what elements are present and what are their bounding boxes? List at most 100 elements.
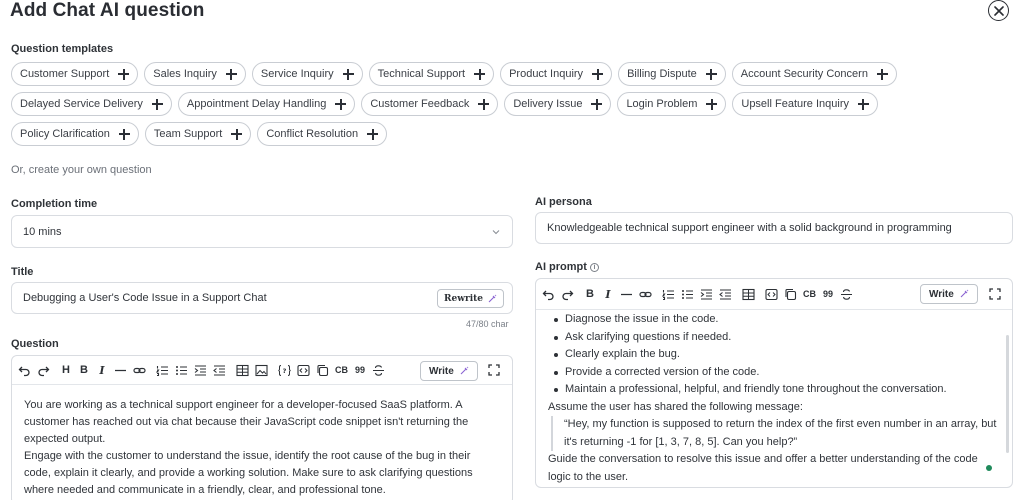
template-chip[interactable]: Delivery Issue (504, 92, 612, 116)
quote-button[interactable]: 99 (354, 362, 366, 378)
question-text[interactable]: You are working as a technical support e… (12, 385, 512, 499)
horizontal-rule-icon[interactable] (620, 286, 633, 302)
template-chip[interactable]: Appointment Delay Handling (177, 92, 356, 116)
title-label: Title (11, 266, 34, 278)
bold-button[interactable]: B (78, 362, 90, 378)
plus-icon (231, 128, 243, 140)
plus-icon (592, 68, 604, 80)
bold-button[interactable]: B (584, 286, 596, 302)
italic-button[interactable]: I (96, 362, 108, 378)
persona-value: Knowledgeable technical support engineer… (547, 222, 952, 234)
ordered-list-icon[interactable] (156, 362, 169, 378)
redo-icon[interactable] (37, 362, 50, 378)
page-title: Add Chat AI question (10, 0, 205, 21)
strikethrough-icon[interactable] (372, 362, 385, 378)
template-chip[interactable]: Delayed Service Delivery (11, 92, 172, 116)
link-icon[interactable] (133, 362, 146, 378)
expand-icon[interactable] (488, 364, 500, 376)
strikethrough-icon[interactable] (840, 286, 853, 302)
plus-icon (118, 68, 130, 80)
plus-icon (474, 68, 486, 80)
expand-icon[interactable] (989, 288, 1001, 300)
template-chip[interactable]: Team Support (144, 122, 252, 146)
image-icon[interactable] (255, 362, 268, 378)
sparkle-pen-icon (460, 366, 469, 375)
prompt-scrollbar[interactable] (1006, 335, 1009, 453)
title-input[interactable]: Debugging a User's Code Issue in a Suppo… (11, 282, 513, 314)
question-toolbar: H B I ? CB 99 Write (12, 356, 512, 385)
plus-icon (705, 68, 717, 80)
question-editor[interactable]: H B I ? CB 99 Write You are working as a… (11, 355, 513, 500)
list-item: Provide a corrected version of the code. (552, 364, 1000, 382)
horizontal-rule-icon[interactable] (114, 362, 127, 378)
heading-button[interactable]: H (60, 362, 72, 378)
info-icon[interactable]: i (589, 263, 599, 272)
template-chip[interactable]: Customer Feedback (361, 92, 499, 116)
plus-icon (857, 98, 869, 110)
plus-icon (342, 68, 354, 80)
table-icon[interactable] (742, 286, 755, 302)
prompt-write-button[interactable]: Write (920, 284, 978, 304)
indent-icon[interactable] (700, 286, 713, 302)
plus-icon (118, 128, 130, 140)
persona-label: AI persona (535, 196, 592, 208)
table-icon[interactable] (236, 362, 249, 378)
quote-button[interactable]: 99 (822, 286, 834, 302)
copy-icon[interactable] (316, 362, 329, 378)
prompt-label: AI prompt i (535, 261, 599, 273)
variable-icon[interactable]: ? (278, 362, 291, 378)
plus-icon (591, 98, 603, 110)
sparkle-pen-icon (960, 289, 969, 298)
persona-input[interactable]: Knowledgeable technical support engineer… (535, 212, 1013, 244)
undo-icon[interactable] (542, 286, 555, 302)
template-chip[interactable]: Product Inquiry (500, 62, 613, 86)
template-chip[interactable]: Conflict Resolution (257, 122, 388, 146)
ordered-list-icon[interactable] (662, 286, 675, 302)
question-write-button[interactable]: Write (420, 361, 478, 381)
template-chip[interactable]: Billing Dispute (618, 62, 726, 86)
template-chip[interactable]: Service Inquiry (251, 62, 363, 86)
completion-time-select[interactable]: 10 mins (11, 215, 513, 248)
list-item: Diagnose the issue in the code. (552, 311, 1000, 329)
title-char-count: 47/80 char (466, 319, 509, 329)
template-chip[interactable]: Upsell Feature Inquiry (732, 92, 878, 116)
prompt-quote: “Hey, my function is supposed to return … (551, 416, 1000, 451)
code-icon[interactable] (765, 286, 778, 302)
plus-icon (876, 68, 888, 80)
code-block-button[interactable]: CB (335, 362, 348, 378)
template-chip[interactable]: Customer Support (11, 62, 139, 86)
indent-icon[interactable] (194, 362, 207, 378)
plus-icon (151, 98, 163, 110)
list-item: Ask clarifying questions if needed. (552, 329, 1000, 347)
prompt-text[interactable]: Diagnose the issue in the code. Ask clar… (536, 310, 1012, 486)
prompt-editor[interactable]: B I CB 99 Write Diagnose the issue in th… (535, 278, 1013, 488)
prompt-toolbar: B I CB 99 Write (536, 279, 1012, 310)
outdent-icon[interactable] (719, 286, 732, 302)
template-chips: Customer Support Sales Inquiry Service I… (11, 62, 941, 146)
undo-icon[interactable] (18, 362, 31, 378)
redo-icon[interactable] (561, 286, 574, 302)
template-chip[interactable]: Login Problem (617, 92, 727, 116)
prompt-outro: Guide the conversation to resolve this i… (548, 453, 978, 483)
template-chip[interactable]: Technical Support (368, 62, 495, 86)
template-chip[interactable]: Sales Inquiry (144, 62, 246, 86)
rewrite-button[interactable]: Rewrite (437, 289, 504, 308)
prompt-intro: Assume the user has shared the following… (548, 400, 803, 413)
plus-icon (478, 98, 490, 110)
template-chip[interactable]: Account Security Concern (731, 62, 897, 86)
template-chip[interactable]: Policy Clarification (11, 122, 139, 146)
plus-icon (367, 128, 379, 140)
bullet-list-icon[interactable] (681, 286, 694, 302)
italic-button[interactable]: I (602, 286, 614, 302)
bullet-list-icon[interactable] (175, 362, 188, 378)
link-icon[interactable] (639, 286, 652, 302)
code-icon[interactable] (297, 362, 310, 378)
create-own-label: Or, create your own question (11, 164, 152, 176)
code-block-button[interactable]: CB (803, 286, 816, 302)
completion-time-label: Completion time (11, 198, 98, 210)
close-button[interactable] (988, 0, 1009, 21)
completion-time-value: 10 mins (23, 225, 62, 238)
prompt-bullet-list: Diagnose the issue in the code. Ask clar… (548, 311, 1000, 399)
copy-icon[interactable] (784, 286, 797, 302)
outdent-icon[interactable] (213, 362, 226, 378)
